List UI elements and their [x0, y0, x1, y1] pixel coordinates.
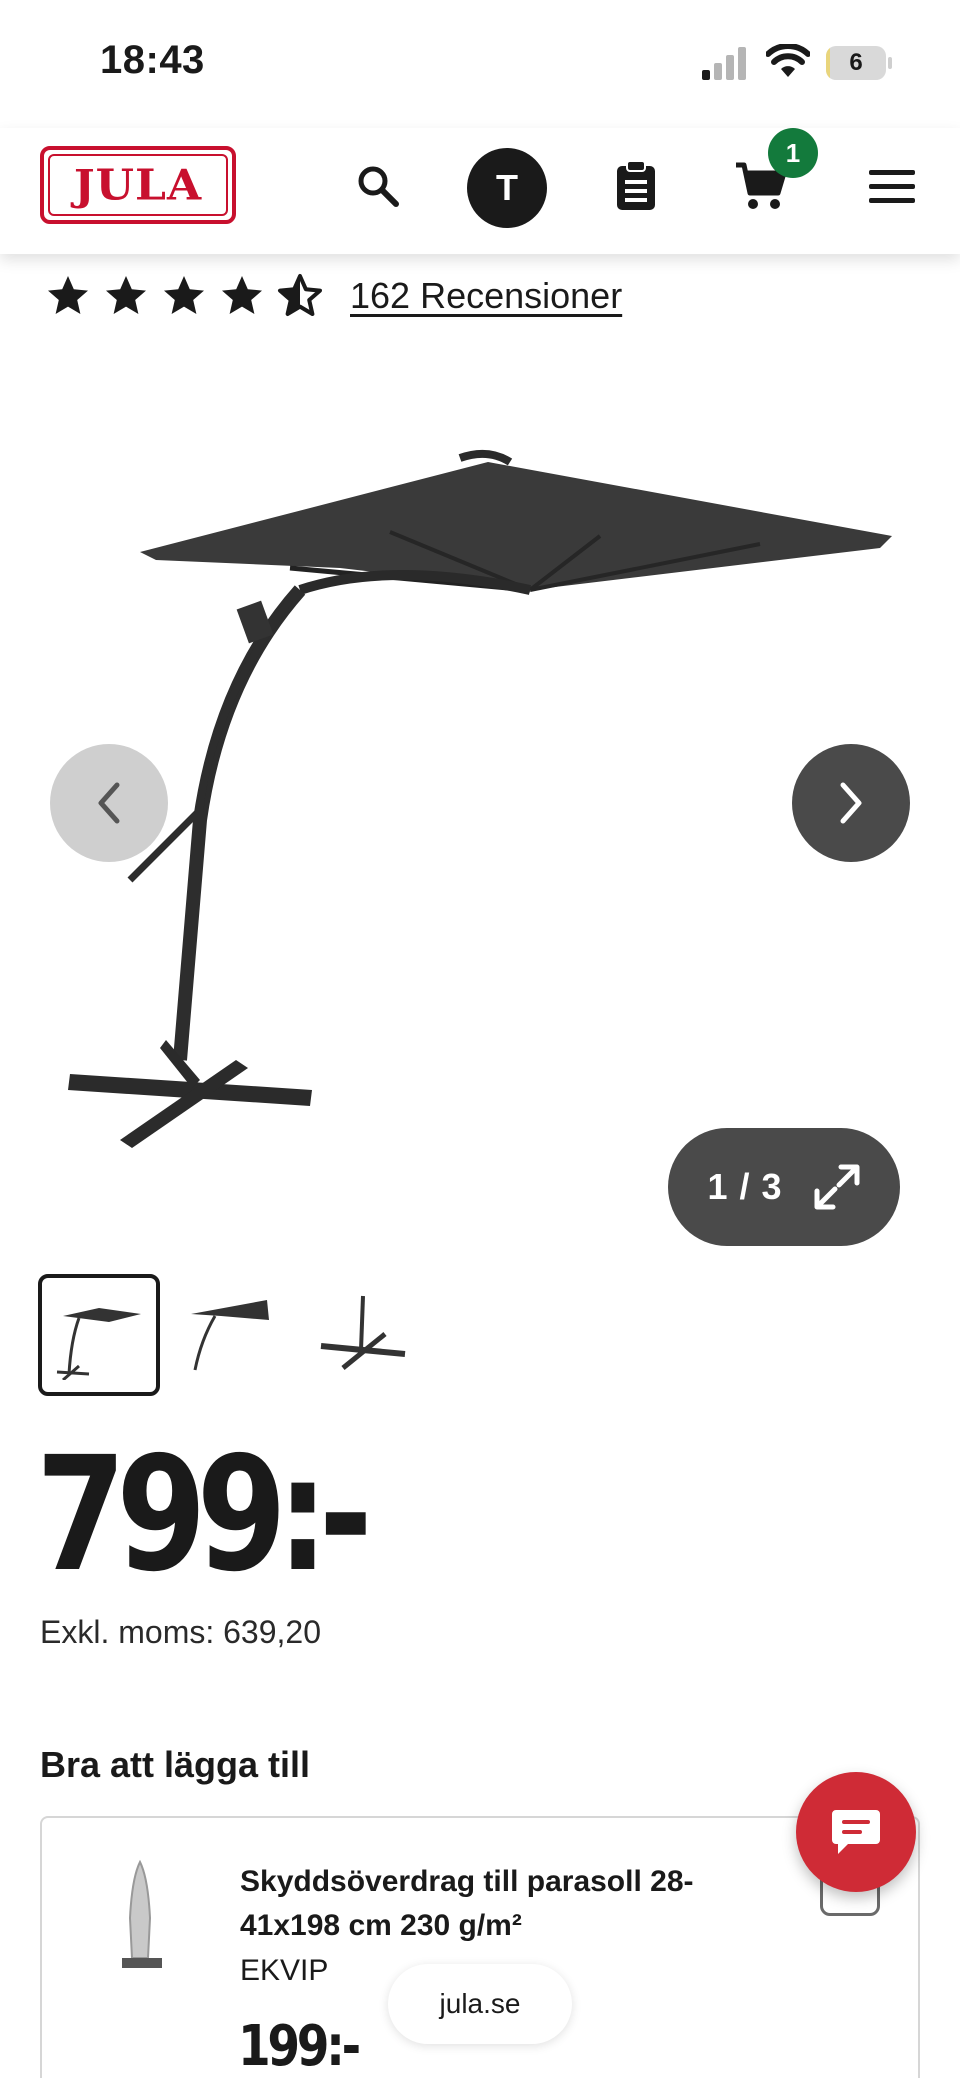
addon-product-price: 199:-: [238, 2014, 361, 2078]
search-icon[interactable]: [350, 158, 406, 214]
browser-url-pill[interactable]: jula.se: [388, 1964, 572, 2044]
account-avatar[interactable]: T: [467, 148, 547, 228]
price-excl-vat: Exkl. moms: 639,20: [40, 1614, 321, 1650]
thumbnail-strip: [38, 1274, 424, 1396]
parasol-product-image[interactable]: [60, 440, 920, 1160]
star-full-icon: [222, 276, 262, 314]
battery-level: 6: [849, 49, 863, 76]
jula-logo[interactable]: JULA: [40, 146, 236, 224]
thumbnail-3[interactable]: [302, 1274, 424, 1396]
star-full-icon: [106, 276, 146, 314]
cart-count-badge: 1: [768, 128, 818, 178]
site-header: JULA T 1: [0, 128, 960, 254]
image-counter-fullscreen-button[interactable]: 1 / 3: [668, 1128, 900, 1246]
previous-image-button[interactable]: [50, 744, 168, 862]
thumbnail-1[interactable]: [38, 1274, 160, 1396]
chevron-right-icon: [840, 782, 862, 824]
product-gallery: 1 / 3: [0, 340, 960, 1246]
battery-icon: 6: [826, 46, 892, 80]
status-bar: 18:43 6: [0, 0, 960, 128]
product-rating: 162 Recensioner: [44, 266, 622, 326]
image-counter: 1 / 3: [707, 1166, 783, 1207]
addon-product-name[interactable]: Skyddsöverdrag till parasoll 28-41x198 c…: [240, 1860, 760, 1948]
star-full-icon: [48, 276, 88, 314]
product-price: 799:-: [36, 1423, 373, 1607]
chat-bubble-icon: [832, 1810, 880, 1854]
star-full-icon: [164, 276, 204, 314]
menu-icon[interactable]: [864, 158, 920, 214]
expand-icon: [814, 1164, 860, 1210]
cellular-signal-icon: [702, 47, 746, 80]
addon-product-brand: EKVIP: [240, 1954, 329, 1987]
wifi-icon: [766, 44, 810, 77]
star-half-icon: [278, 274, 322, 316]
status-time: 18:43: [100, 38, 205, 82]
addons-section-title: Bra att lägga till: [40, 1744, 311, 1785]
chevron-left-icon: [98, 782, 120, 824]
clipboard-list-icon[interactable]: [608, 158, 664, 214]
parasol-cover-image: [122, 1859, 162, 1968]
reviews-link[interactable]: 162 Recensioner: [350, 275, 622, 317]
star-rating: [44, 272, 324, 320]
thumbnail-2[interactable]: [170, 1274, 292, 1396]
next-image-button[interactable]: [792, 744, 910, 862]
logo-text: JULA: [73, 160, 203, 210]
chat-button[interactable]: [796, 1772, 916, 1892]
